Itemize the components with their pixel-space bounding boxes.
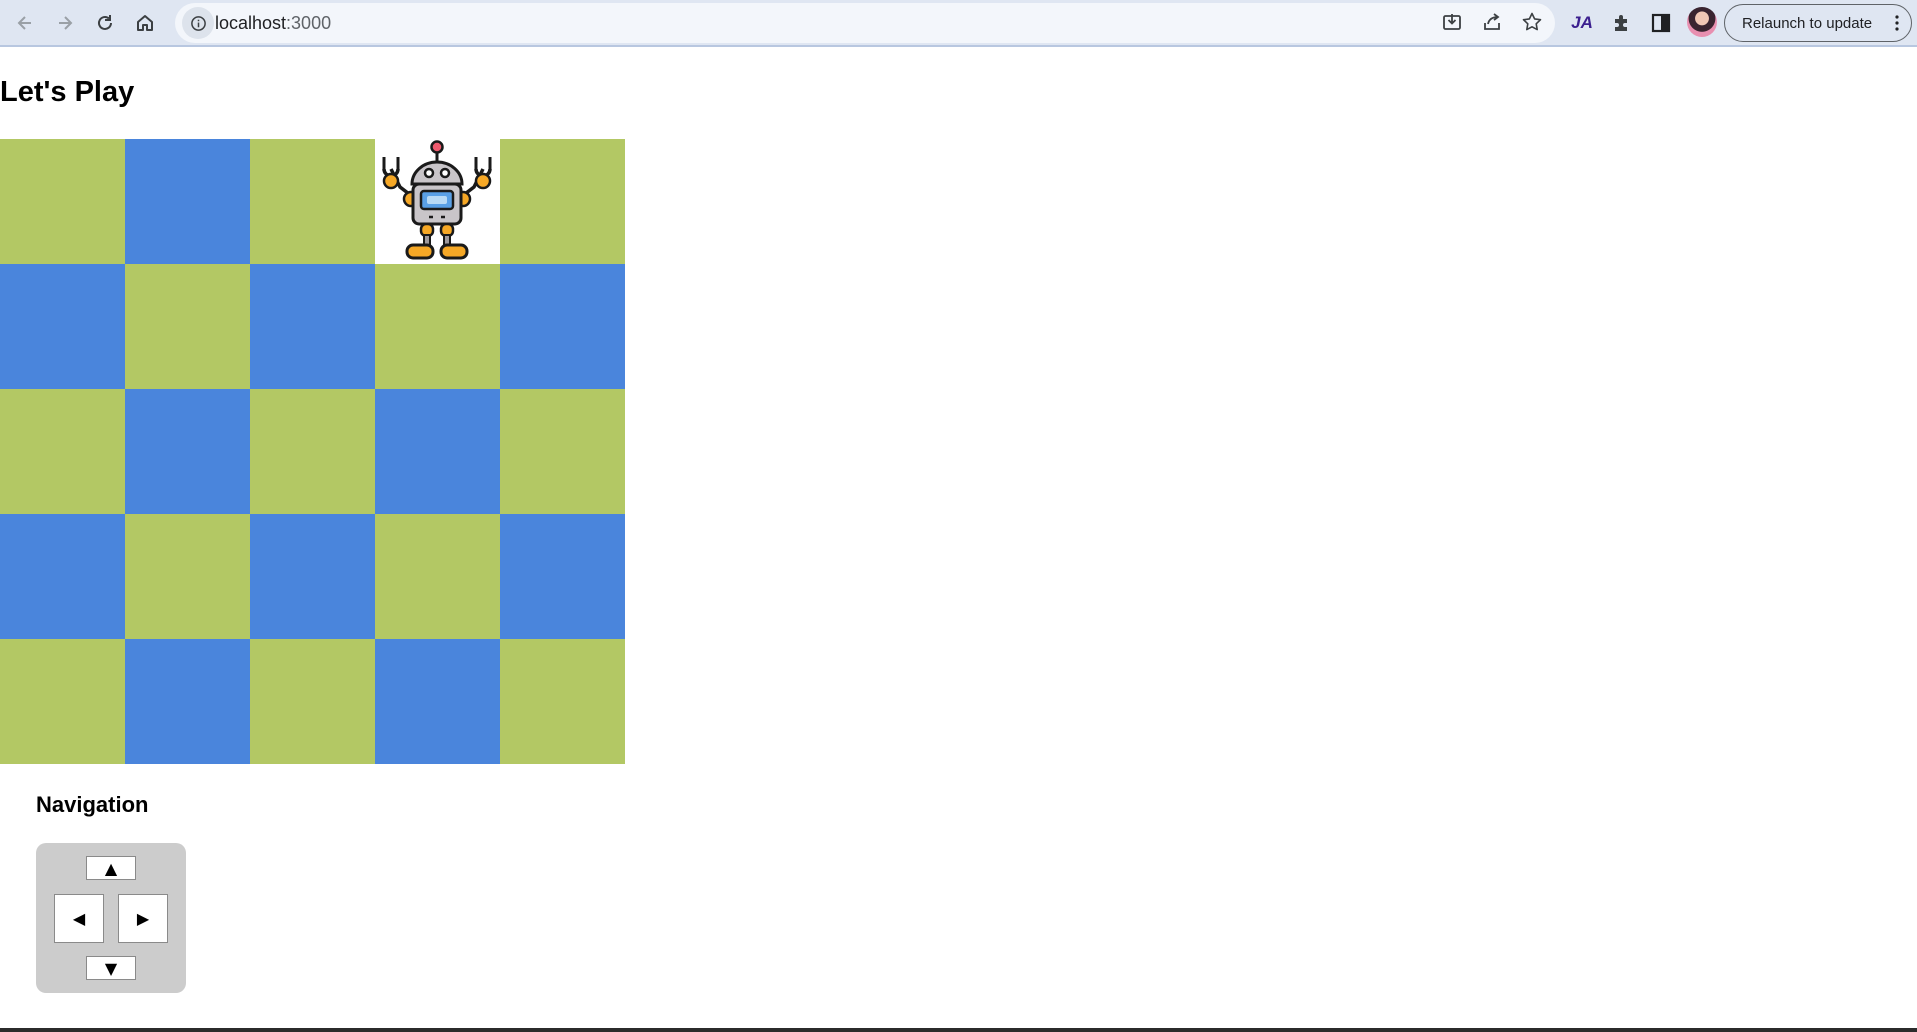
move-up-button[interactable]: ▲ bbox=[86, 856, 136, 880]
share-button[interactable] bbox=[1481, 11, 1505, 35]
board-cell-r2-c4 bbox=[500, 389, 625, 514]
move-down-button[interactable]: ▼ bbox=[86, 956, 136, 980]
reload-button[interactable] bbox=[89, 7, 121, 39]
board-cell-r4-c2 bbox=[250, 639, 375, 764]
reload-icon bbox=[98, 15, 112, 30]
relaunch-to-update-button[interactable]: Relaunch to update bbox=[1724, 4, 1912, 42]
home-icon bbox=[137, 15, 153, 31]
home-button[interactable] bbox=[129, 7, 161, 39]
url-text[interactable]: localhost:3000 bbox=[215, 13, 331, 34]
board-cell-r1-c0 bbox=[0, 264, 125, 389]
board-cell-r3-c4 bbox=[500, 514, 625, 639]
board-cell-r0-c2 bbox=[250, 139, 375, 264]
install-icon bbox=[1443, 14, 1461, 30]
address-bar[interactable]: localhost:3000 bbox=[175, 3, 1555, 43]
puzzle-icon bbox=[1615, 15, 1627, 31]
ja-extension-button[interactable]: JA bbox=[1567, 8, 1597, 38]
board-cell-r1-c4 bbox=[500, 264, 625, 389]
page-title: Let's Play bbox=[0, 76, 135, 108]
extensions-button[interactable] bbox=[1607, 8, 1637, 38]
navigation-title: Navigation bbox=[36, 792, 149, 817]
move-left-button[interactable]: ◀ bbox=[54, 894, 104, 943]
navigation-pad: ▲ ◀ ▶ ▼ bbox=[36, 843, 186, 993]
board-cell-r2-c1 bbox=[125, 389, 250, 514]
board-cell-r0-c0 bbox=[0, 139, 125, 264]
window-bottom-edge bbox=[0, 1028, 1917, 1032]
more-vert-icon bbox=[1895, 15, 1899, 31]
star-icon bbox=[1522, 12, 1542, 31]
board-cell-r2-c0 bbox=[0, 389, 125, 514]
game-board bbox=[0, 139, 625, 764]
board-cell-r4-c1 bbox=[125, 639, 250, 764]
back-button[interactable] bbox=[9, 7, 41, 39]
board-cell-r1-c2 bbox=[250, 264, 375, 389]
site-info-button[interactable] bbox=[182, 7, 214, 39]
back-arrow-icon bbox=[17, 16, 31, 30]
ja-extension-icon: JA bbox=[1571, 13, 1593, 32]
bookmark-button[interactable] bbox=[1521, 11, 1545, 35]
board-cell-r2-c2 bbox=[250, 389, 375, 514]
forward-button[interactable] bbox=[49, 7, 81, 39]
board-cell-r0-c1 bbox=[125, 139, 250, 264]
board-cell-r3-c1 bbox=[125, 514, 250, 639]
board-cell-r4-c0 bbox=[0, 639, 125, 764]
side-panel-icon bbox=[1651, 13, 1671, 33]
relaunch-label: Relaunch to update bbox=[1742, 14, 1873, 32]
board-cell-r0-c3 bbox=[375, 139, 500, 264]
browser-toolbar: localhost:3000 JA Relaunch to update bbox=[0, 0, 1917, 47]
board-cell-r3-c0 bbox=[0, 514, 125, 639]
side-panel-button[interactable] bbox=[1646, 8, 1676, 38]
robot-icon bbox=[382, 140, 492, 260]
board-cell-r1-c3 bbox=[375, 264, 500, 389]
url-port: :3000 bbox=[286, 13, 332, 33]
board-cell-r3-c2 bbox=[250, 514, 375, 639]
board-cell-r2-c3 bbox=[375, 389, 500, 514]
board-cell-r1-c1 bbox=[125, 264, 250, 389]
board-cell-r3-c3 bbox=[375, 514, 500, 639]
profile-avatar[interactable] bbox=[1687, 7, 1717, 37]
move-right-button[interactable]: ▶ bbox=[118, 894, 168, 943]
install-app-button[interactable] bbox=[1441, 11, 1465, 35]
forward-arrow-icon bbox=[59, 16, 73, 30]
board-cell-r0-c4 bbox=[500, 139, 625, 264]
board-cell-r4-c4 bbox=[500, 639, 625, 764]
share-icon bbox=[1484, 13, 1500, 30]
url-host: localhost bbox=[215, 13, 287, 33]
board-cell-r4-c3 bbox=[375, 639, 500, 764]
info-icon bbox=[190, 15, 206, 31]
